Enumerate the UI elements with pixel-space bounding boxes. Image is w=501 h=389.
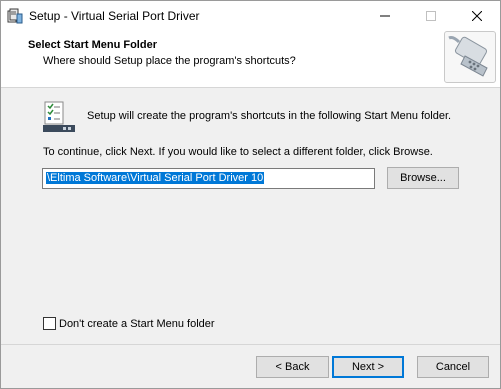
next-button[interactable]: Next > [332,356,404,378]
close-icon [472,10,482,21]
title-bar[interactable]: Setup - Virtual Serial Port Driver [1,1,500,30]
maximize-icon [426,10,436,21]
no-start-menu-folder-option[interactable]: Don't create a Start Menu folder [43,317,215,330]
minimize-button[interactable] [362,1,408,30]
minimize-icon [380,15,390,16]
no-start-menu-folder-checkbox[interactable] [43,317,56,330]
setup-window: Setup - Virtual Serial Port Driver Selec… [0,0,501,389]
page-subtitle: Where should Setup place the program's s… [43,55,296,67]
start-menu-folder-icon [43,101,75,132]
instruction-text: To continue, click Next. If you would li… [43,146,433,158]
window-title: Setup - Virtual Serial Port Driver [29,9,200,23]
serial-port-connector-icon [444,31,496,83]
back-button[interactable]: < Back [256,356,329,378]
info-text: Setup will create the program's shortcut… [87,110,452,122]
wizard-header: Select Start Menu Folder Where should Se… [1,30,500,88]
checkbox-label: Don't create a Start Menu folder [59,317,215,330]
start-menu-folder-input[interactable]: \Eltima Software\Virtual Serial Port Dri… [42,168,375,189]
maximize-button[interactable] [408,1,454,30]
browse-button[interactable]: Browse... [387,167,459,189]
installer-icon [7,8,23,24]
selected-folder-path: \Eltima Software\Virtual Serial Port Dri… [46,172,265,184]
close-button[interactable] [454,1,500,30]
footer-divider [1,344,500,345]
page-title: Select Start Menu Folder [28,39,157,51]
cancel-button[interactable]: Cancel [417,356,489,378]
